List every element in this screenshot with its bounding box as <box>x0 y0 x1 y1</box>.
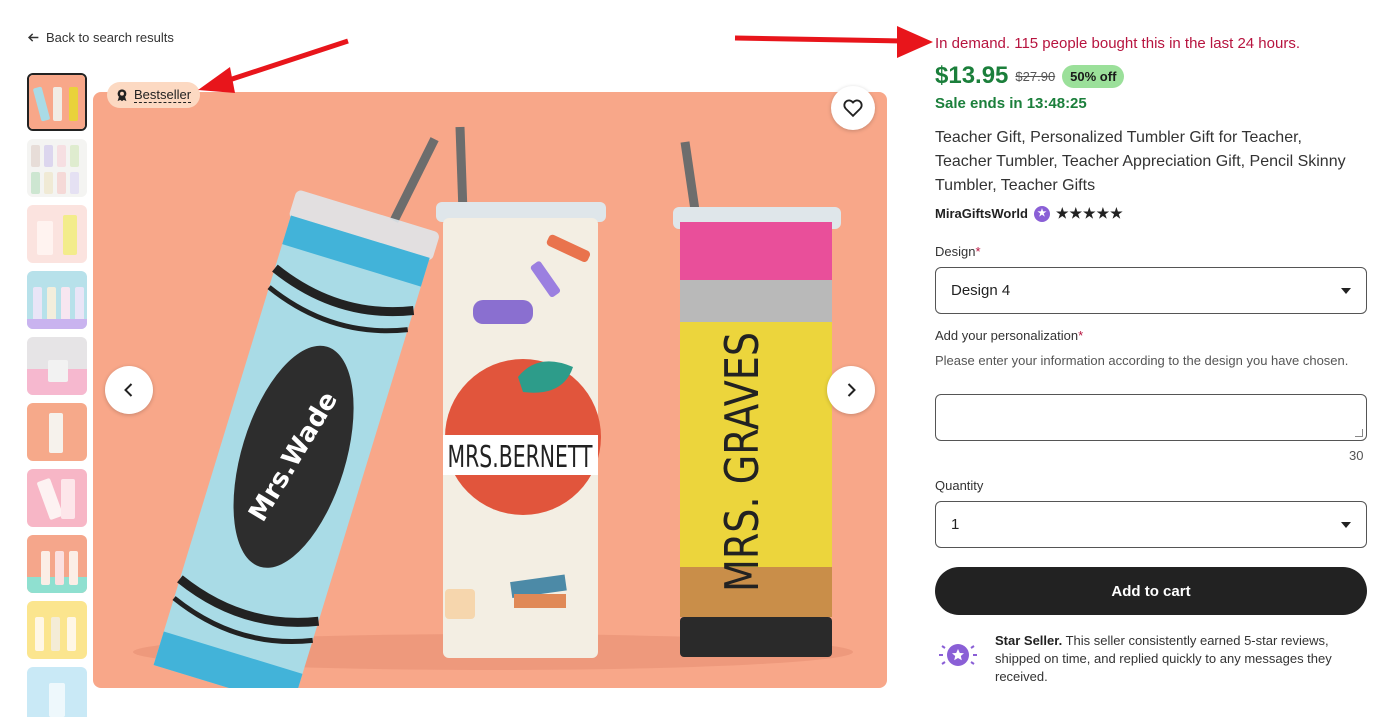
sale-countdown: Sale ends in 13:48:25 <box>935 95 1087 112</box>
thumbnail-7[interactable] <box>27 469 87 527</box>
annotation-arrow-demand <box>734 26 933 58</box>
in-demand-notice: In demand. 115 people bought this in the… <box>935 35 1300 52</box>
star-seller-icon: ★ <box>1033 205 1050 222</box>
quantity-label: Quantity <box>935 478 984 493</box>
design-label: Design* <box>935 244 981 259</box>
arrow-left-icon <box>27 33 39 42</box>
design-label-text: Design <box>935 244 976 259</box>
annotation-arrow-bestseller <box>198 38 349 93</box>
seller-name-link[interactable]: MiraGiftsWorld <box>935 206 1028 221</box>
chevron-left-icon <box>124 383 133 397</box>
star-seller-title: Star Seller. <box>995 633 1063 648</box>
back-to-search-link[interactable]: Back to search results <box>27 30 174 45</box>
tumblers-illustration: Mrs.Wade MRS.BERNETT MRS. GRAVES <box>133 126 853 688</box>
original-price: $27.90 <box>1015 68 1056 84</box>
chevron-right-icon <box>847 383 856 397</box>
current-price: $13.95 <box>935 62 1009 89</box>
award-icon <box>117 89 127 102</box>
thumbnail-strip <box>27 73 87 717</box>
star-seller-info: Star Seller. This seller consistently ea… <box>935 632 1367 686</box>
product-main-image: Mrs.Wade MRS.BERNETT MRS. GRAVES <box>93 92 887 688</box>
required-marker: * <box>975 244 981 259</box>
thumbnail-1[interactable] <box>27 73 87 131</box>
quantity-select[interactable]: 1 <box>935 501 1367 548</box>
next-image-button[interactable] <box>827 366 875 414</box>
quantity-select-value: 1 <box>951 516 960 533</box>
rating-stars[interactable]: ★★★★★ <box>1056 205 1124 222</box>
tumbler-2-name: MRS.BERNETT <box>448 440 593 475</box>
thumbnail-10[interactable] <box>27 667 87 717</box>
seller-row: MiraGiftsWorld ★ ★★★★★ <box>935 205 1124 222</box>
personalization-label: Add your personalization* <box>935 328 1083 343</box>
character-counter: 30 <box>1349 448 1364 463</box>
personalization-label-text: Add your personalization <box>935 328 1079 343</box>
thumbnail-2[interactable] <box>27 139 87 197</box>
caret-down-icon <box>1341 287 1351 294</box>
heart-icon <box>843 99 863 118</box>
caret-down-icon <box>1341 521 1351 528</box>
star-seller-badge-icon <box>935 632 981 678</box>
previous-image-button[interactable] <box>105 366 153 414</box>
star-seller-text: Star Seller. This seller consistently ea… <box>995 632 1367 686</box>
thumbnail-3[interactable] <box>27 205 87 263</box>
thumbnail-9[interactable] <box>27 601 87 659</box>
thumbnail-5[interactable] <box>27 337 87 395</box>
thumbnail-4[interactable] <box>27 271 87 329</box>
design-select[interactable]: Design 4 <box>935 267 1367 314</box>
discount-badge: 50% off <box>1062 64 1125 88</box>
add-to-cart-button[interactable]: Add to cart <box>935 567 1367 615</box>
favorite-button[interactable] <box>831 86 875 130</box>
personalization-help: Please enter your information according … <box>935 353 1349 368</box>
design-select-value: Design 4 <box>951 282 1011 299</box>
personalization-textarea[interactable] <box>935 394 1367 441</box>
back-link-label: Back to search results <box>46 30 174 45</box>
bestseller-badge[interactable]: Bestseller <box>107 82 201 108</box>
product-title: Teacher Gift, Personalized Tumbler Gift … <box>935 129 1346 194</box>
required-marker: * <box>1078 328 1084 343</box>
bestseller-label: Bestseller <box>134 86 192 103</box>
price-row: $13.95 $27.90 50% off <box>935 62 1125 90</box>
tumbler-3-name: MRS. GRAVES <box>715 332 769 592</box>
thumbnail-6[interactable] <box>27 403 87 461</box>
thumbnail-8[interactable] <box>27 535 87 593</box>
